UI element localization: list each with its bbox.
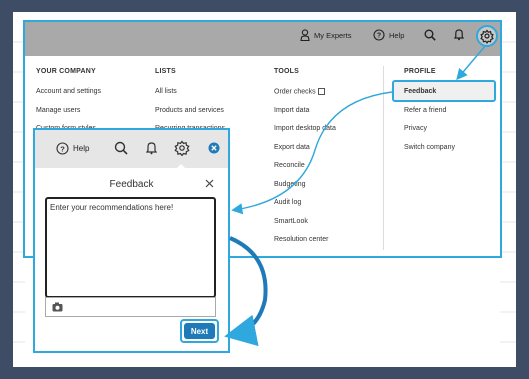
arrow-gear-to-feedback xyxy=(456,44,487,81)
arrow-feedback-to-textarea xyxy=(231,91,393,215)
arrow-textarea-to-next xyxy=(224,236,268,347)
annotation-arrows xyxy=(224,44,487,347)
